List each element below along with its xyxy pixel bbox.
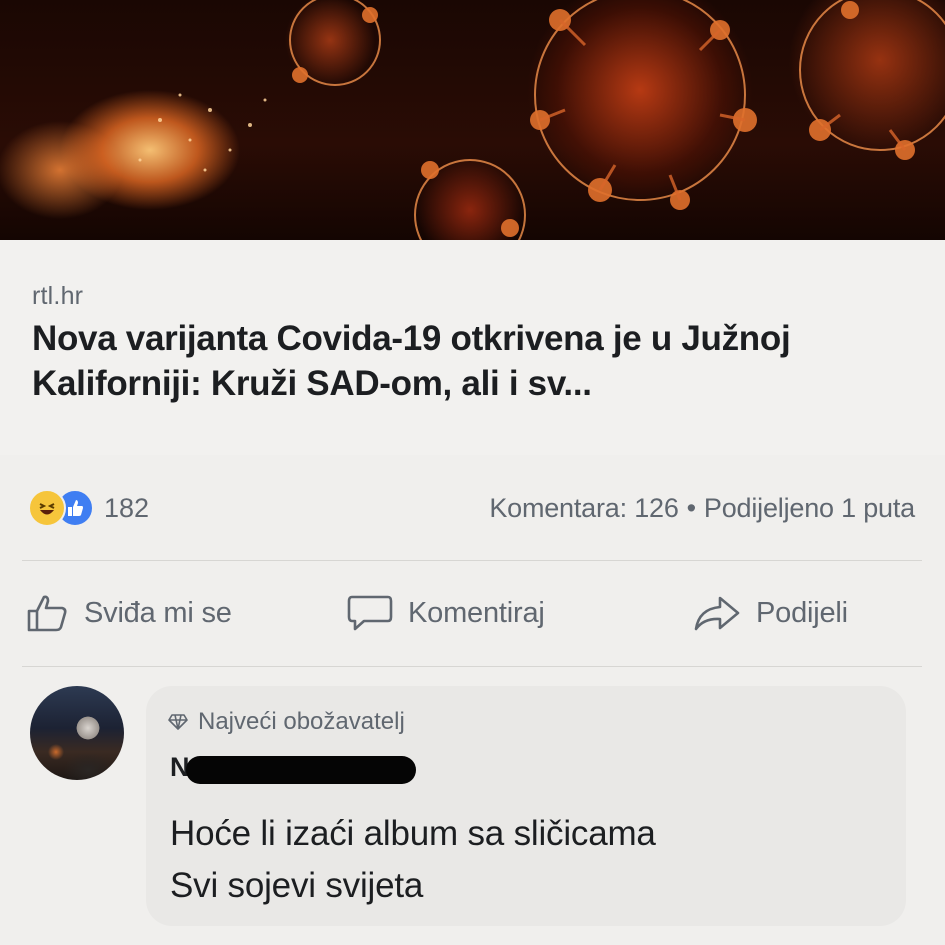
stats-separator: • — [686, 492, 696, 523]
like-button[interactable]: Sviđa mi se — [26, 588, 232, 638]
share-button-label: Podijeli — [756, 596, 848, 629]
like-button-label: Sviđa mi se — [84, 596, 232, 629]
share-button[interactable]: Podijeli — [692, 588, 848, 638]
link-domain: rtl.hr — [32, 282, 84, 310]
thumbs-up-icon — [27, 595, 67, 632]
link-preview-image[interactable] — [0, 0, 945, 240]
comment-count[interactable]: Komentara: 126 — [489, 493, 679, 524]
avatar[interactable] — [30, 686, 124, 780]
reactions-summary[interactable]: 182 — [28, 488, 149, 528]
haha-icon — [28, 489, 66, 527]
comment-icon — [347, 595, 393, 631]
divider — [22, 666, 922, 667]
share-count[interactable]: Podijeljeno 1 puta — [704, 493, 915, 524]
redaction-mark — [186, 756, 416, 784]
share-arrow-icon — [694, 596, 740, 631]
comment-button-label: Komentiraj — [408, 596, 545, 629]
reaction-count: 182 — [104, 492, 150, 523]
post-stats: Komentara: 126 • Podijeljeno 1 puta — [489, 488, 915, 528]
comment-text-line-2: Svi sojevi svijeta — [170, 866, 424, 905]
virus-illustration — [138, 0, 945, 240]
divider — [22, 560, 922, 561]
top-fan-label: Najveći obožavatelj — [198, 708, 405, 735]
diamond-icon — [168, 714, 188, 730]
link-card[interactable]: rtl.hr Nova varijanta Covida-19 otkriven… — [0, 240, 945, 455]
comment-text-line-1: Hoće li izaći album sa sličicama — [170, 814, 656, 853]
action-bar: Sviđa mi se Komentiraj Podijeli — [0, 588, 945, 638]
comment-button[interactable]: Komentiraj — [346, 588, 545, 638]
top-fan-badge: Najveći obožavatelj — [168, 708, 405, 736]
link-headline[interactable]: Nova varijanta Covida-19 otkrivena je u … — [32, 316, 912, 406]
comment-bubble: Najveći obožavatelj N Hoće li izaći albu… — [146, 686, 906, 926]
